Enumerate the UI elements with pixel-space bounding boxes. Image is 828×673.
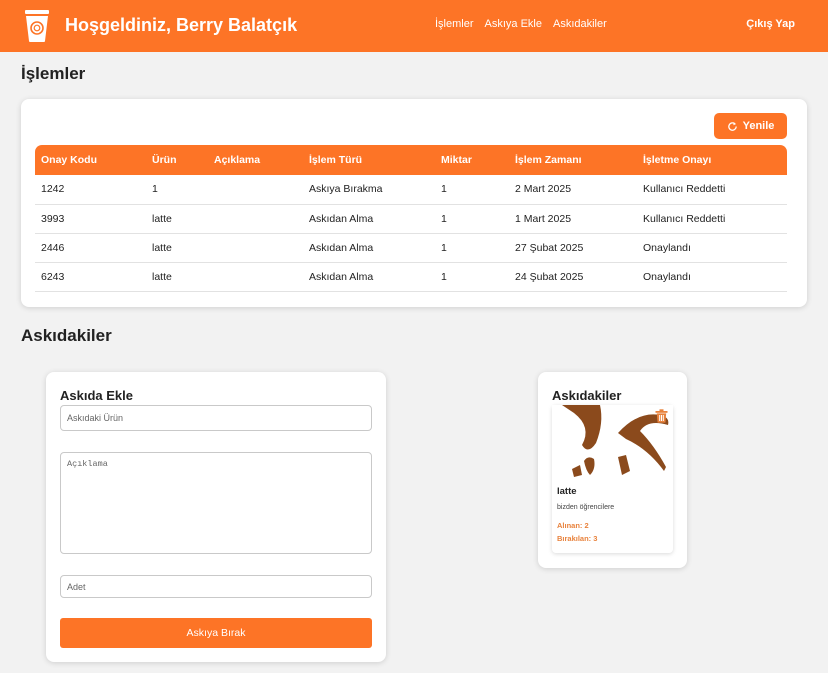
cell-product: 1 <box>146 175 208 205</box>
table-row: 6243 latte Askıdan Alma 1 24 Şubat 2025 … <box>35 262 787 292</box>
nav-link-suspended[interactable]: Askıdakiler <box>553 18 607 30</box>
cell-type: Askıya Bırakma <box>303 175 435 205</box>
suspended-list-card: Askıdakiler latte bizden öğrencilere Alı… <box>538 372 687 568</box>
refresh-label: Yenile <box>742 120 775 132</box>
cell-description <box>208 262 303 292</box>
column-header: Açıklama <box>208 145 303 175</box>
column-header: İşlem Türü <box>303 145 435 175</box>
cell-code: 2446 <box>35 233 146 263</box>
cell-approval: Onaylandı <box>637 233 787 263</box>
nav-link-add-suspended[interactable]: Askıya Ekle <box>485 18 542 30</box>
cell-description <box>208 175 303 205</box>
transactions-table: Onay Kodu Ürün Açıklama İşlem Türü Mikta… <box>35 145 787 292</box>
item-left-count: Bırakılan: 3 <box>557 534 598 543</box>
cell-code: 6243 <box>35 262 146 292</box>
column-header: Miktar <box>435 145 509 175</box>
cell-amount: 1 <box>435 175 509 205</box>
table-row: 3993 latte Askıdan Alma 1 1 Mart 2025 Ku… <box>35 204 787 234</box>
cell-approval: Kullanıcı Reddetti <box>637 204 787 234</box>
table-header-row: Onay Kodu Ürün Açıklama İşlem Türü Mikta… <box>35 145 787 175</box>
add-suspended-form-card: Askıda Ekle Askıya Bırak <box>46 372 386 662</box>
item-name: latte <box>557 486 577 497</box>
item-taken-count: Alınan: 2 <box>557 521 589 530</box>
cell-code: 3993 <box>35 204 146 234</box>
cell-product: latte <box>146 262 208 292</box>
product-input[interactable] <box>60 405 372 431</box>
cell-amount: 1 <box>435 204 509 234</box>
cell-description <box>208 204 303 234</box>
suspended-list-title: Askıdakiler <box>552 388 622 403</box>
cell-product: latte <box>146 204 208 234</box>
refresh-button[interactable]: Yenile <box>714 113 787 139</box>
table-row: 1242 1 Askıya Bırakma 1 2 Mart 2025 Kull… <box>35 175 787 205</box>
welcome-title: Hoşgeldiniz, Berry Balatçık <box>65 15 298 35</box>
cell-product: latte <box>146 233 208 263</box>
cell-approval: Onaylandı <box>637 262 787 292</box>
add-form-title: Askıda Ekle <box>60 388 133 403</box>
suspended-section-title: Askıdakiler <box>21 326 112 345</box>
submit-suspend-button[interactable]: Askıya Bırak <box>60 618 372 648</box>
cell-time: 2 Mart 2025 <box>509 175 637 205</box>
cell-type: Askıdan Alma <box>303 262 435 292</box>
cell-approval: Kullanıcı Reddetti <box>637 175 787 205</box>
column-header: İşletme Onayı <box>637 145 787 175</box>
coffee-cup-logo-icon <box>25 10 49 42</box>
cell-code: 1242 <box>35 175 146 205</box>
refresh-icon <box>727 121 737 131</box>
cell-time: 1 Mart 2025 <box>509 204 637 234</box>
cell-type: Askıdan Alma <box>303 204 435 234</box>
column-header: Ürün <box>146 145 208 175</box>
cell-time: 27 Şubat 2025 <box>509 233 637 263</box>
trash-icon[interactable] <box>655 409 668 423</box>
transactions-section-title: İşlemler <box>21 64 86 83</box>
column-header: İşlem Zamanı <box>509 145 637 175</box>
main-nav: İşlemler Askıya Ekle Askıdakiler <box>435 18 607 30</box>
nav-link-transactions[interactable]: İşlemler <box>435 18 474 30</box>
transactions-card: Yenile Onay Kodu Ürün Açıklama İşlem Tür… <box>21 99 807 307</box>
cell-amount: 1 <box>435 233 509 263</box>
cell-type: Askıdan Alma <box>303 233 435 263</box>
logout-button[interactable]: Çıkış Yap <box>746 18 795 30</box>
table-row: 2446 latte Askıdan Alma 1 27 Şubat 2025 … <box>35 233 787 263</box>
suspended-item-card: latte bizden öğrencilere Alınan: 2 Bırak… <box>552 405 673 553</box>
cell-amount: 1 <box>435 262 509 292</box>
cell-description <box>208 233 303 263</box>
top-navbar: Hoşgeldiniz, Berry Balatçık İşlemler Ask… <box>0 0 828 52</box>
column-header: Onay Kodu <box>35 145 146 175</box>
quantity-input[interactable] <box>60 575 372 598</box>
item-description: bizden öğrencilere <box>557 504 615 511</box>
description-textarea[interactable] <box>60 452 372 554</box>
cell-time: 24 Şubat 2025 <box>509 262 637 292</box>
